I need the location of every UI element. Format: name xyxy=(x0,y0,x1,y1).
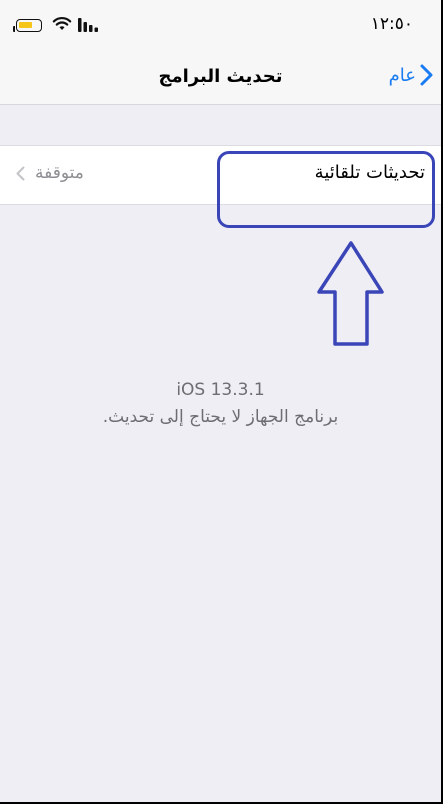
battery-icon xyxy=(13,19,42,32)
chevron-right-icon xyxy=(420,64,433,86)
status-time: ١٢:٥٠ xyxy=(370,14,413,34)
status-bar: ١٢:٥٠ xyxy=(0,0,441,52)
page-title: تحديث البرامج xyxy=(158,66,283,87)
wifi-icon xyxy=(52,17,72,30)
signal-icon xyxy=(78,18,98,32)
arrow-up-annotation xyxy=(317,241,384,346)
settings-screen: ١٢:٥٠ تحديث البرامج عام تحديثات تلقائية … xyxy=(0,0,441,802)
back-button[interactable]: عام xyxy=(389,64,433,86)
navigation-bar: تحديث البرامج عام xyxy=(0,52,441,105)
software-version: iOS 13.3.1 xyxy=(176,380,265,400)
software-status: برنامج الجهاز لا يحتاج إلى تحديث. xyxy=(102,407,339,427)
back-button-label: عام xyxy=(388,64,416,86)
auto-updates-value: متوقفة xyxy=(16,163,84,183)
status-icons xyxy=(13,16,106,36)
highlight-annotation xyxy=(217,151,435,228)
auto-updates-status: متوقفة xyxy=(35,163,84,183)
chevron-left-icon xyxy=(16,166,25,180)
